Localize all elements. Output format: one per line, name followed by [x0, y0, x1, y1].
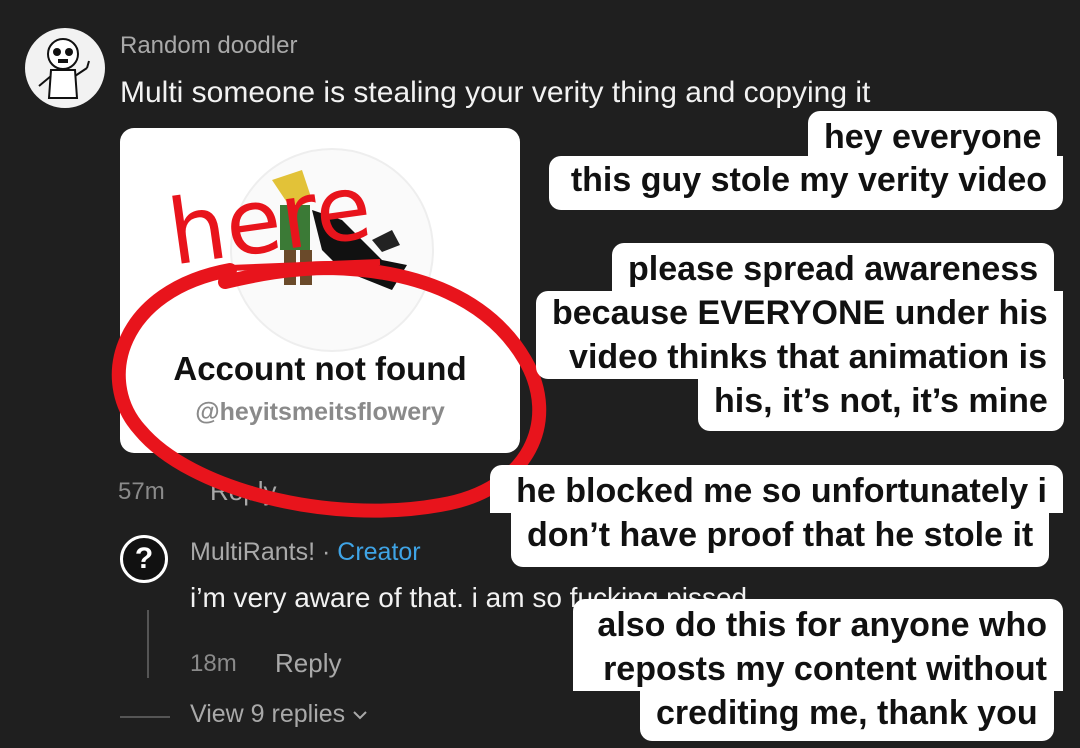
chevron-down-icon — [353, 711, 367, 720]
replies-divider — [120, 716, 170, 718]
commenter-avatar[interactable] — [25, 28, 105, 108]
account-not-found-card: Account not found @heyitsmeitsflowery — [120, 128, 520, 453]
account-handle: @heyitsmeitsflowery — [195, 398, 445, 426]
thread-line — [147, 610, 149, 678]
comment-time: 57m — [118, 478, 165, 505]
reply-time: 18m — [190, 650, 237, 677]
view-replies-button[interactable]: View 9 replies — [190, 700, 368, 729]
caption-1-line-2: this guy stole my verity video — [549, 156, 1063, 210]
commenter-username[interactable]: Random doodler — [120, 32, 297, 60]
reply-reply-button[interactable]: Reply — [275, 648, 341, 679]
caption-2-line-4: his, it’s not, it’s mine — [698, 379, 1064, 431]
view-replies-label: View 9 replies — [190, 700, 346, 728]
reply-username-row: MultiRants! · Creator — [190, 538, 421, 567]
caption-2-lines-2-3: because EVERYONE under his video thinks … — [536, 291, 1063, 379]
creator-badge: Creator — [337, 538, 421, 566]
caption-3-line-1: he blocked me so unfortunately i — [490, 465, 1063, 513]
caption-2-line-1: please spread awareness — [612, 243, 1055, 291]
reply-separator: · — [315, 538, 338, 566]
creator-avatar[interactable]: ? — [120, 535, 168, 583]
caption-3-line-2: don’t have proof that he stole it — [511, 513, 1050, 567]
comment-text: Multi someone is stealing your verity th… — [120, 76, 871, 109]
pixel-character-icon — [272, 170, 407, 290]
caption-4-line-3: crediting me, thank you — [640, 691, 1054, 741]
account-not-found-title: Account not found — [173, 350, 467, 387]
caption-4-lines-1-2: also do this for anyone who reposts my c… — [573, 599, 1063, 691]
profile-picture — [230, 148, 434, 352]
reply-username[interactable]: MultiRants! — [190, 538, 315, 566]
doodle-character-icon — [38, 38, 90, 99]
comment-reply-button[interactable]: Reply — [210, 476, 276, 507]
